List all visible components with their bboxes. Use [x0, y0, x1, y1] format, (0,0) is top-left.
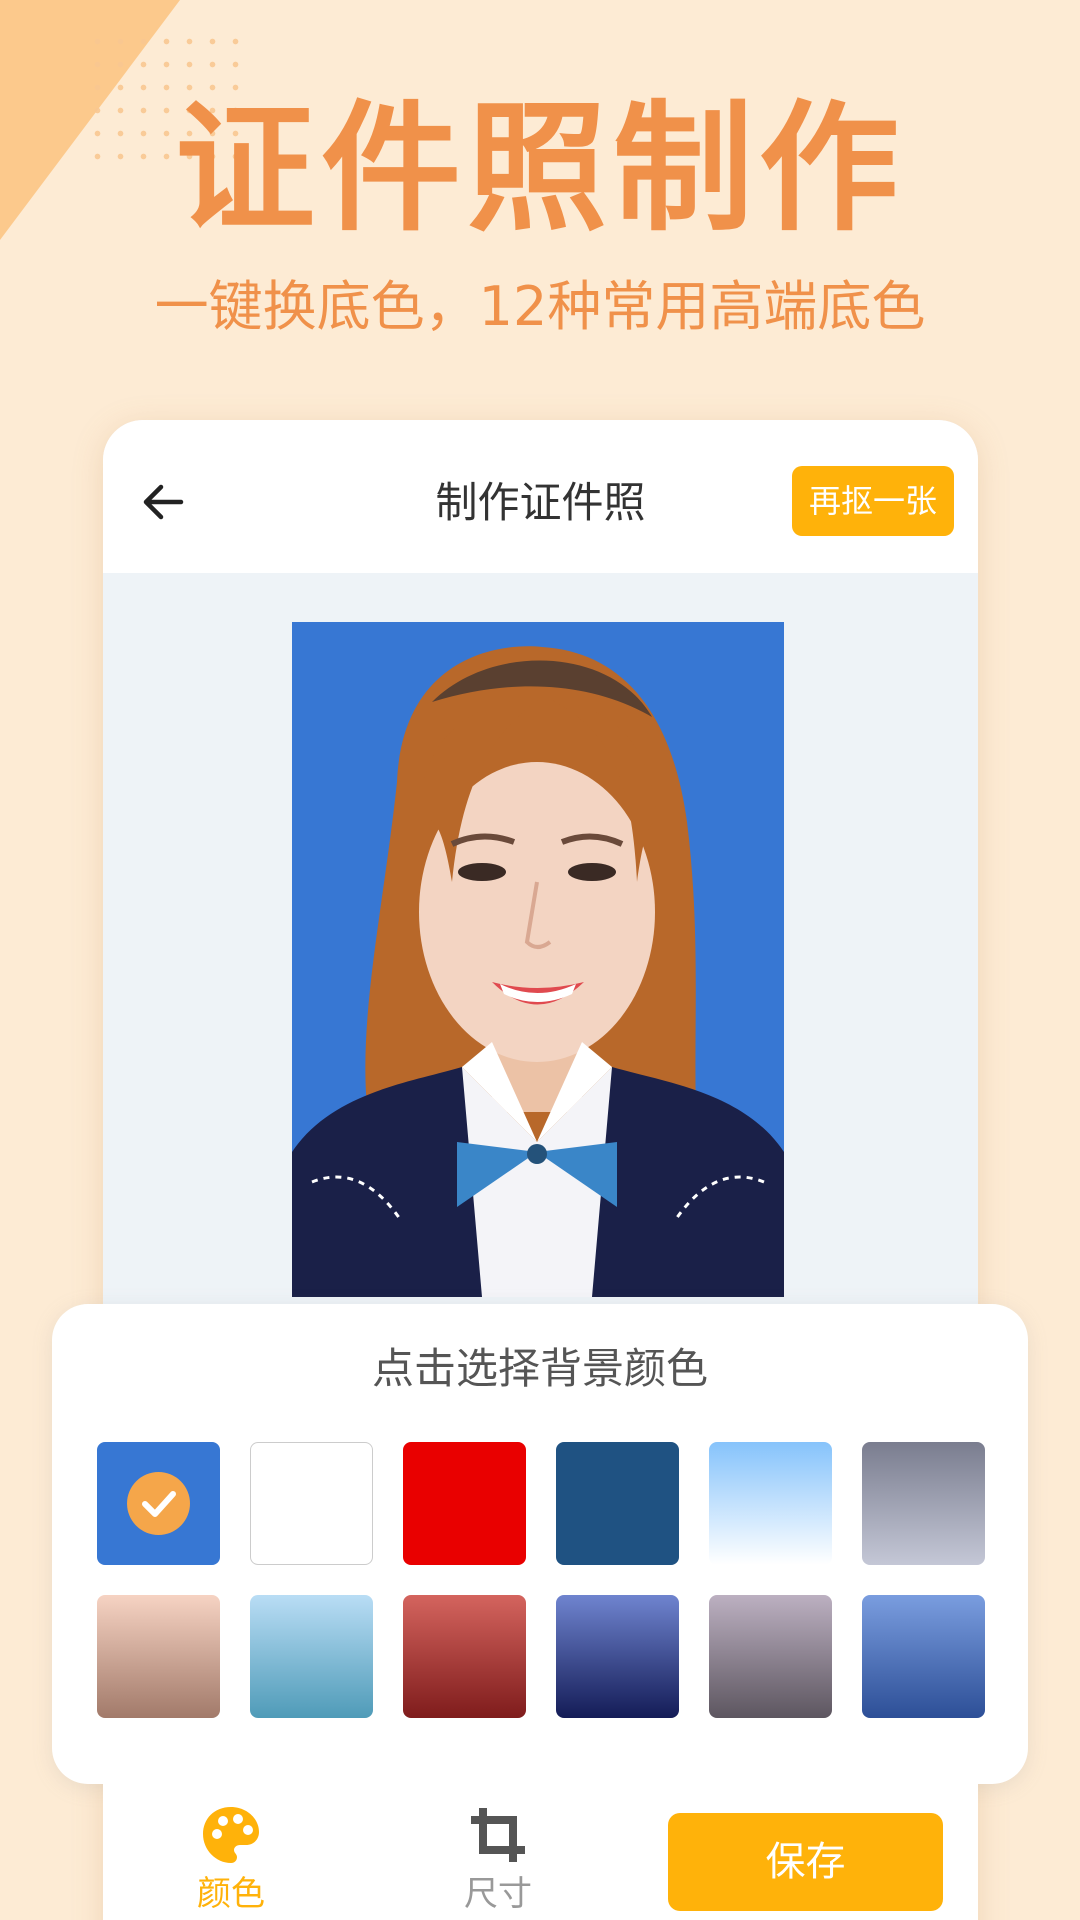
color-swatch-sky-gradient[interactable] [709, 1442, 832, 1565]
tab-color-label: 颜色 [197, 1874, 265, 1914]
tab-color[interactable]: 颜色 [161, 1804, 301, 1914]
color-swatch-navy[interactable] [556, 1442, 679, 1565]
tab-size[interactable]: 尺寸 [428, 1804, 568, 1914]
color-swatch-peach-gradient[interactable] [97, 1595, 220, 1718]
color-swatch-blue[interactable] [97, 1442, 220, 1565]
color-swatch-indigo-gradient[interactable] [556, 1595, 679, 1718]
background-color-panel: 点击选择背景颜色 [52, 1304, 1028, 1784]
id-photo [292, 622, 784, 1297]
bottom-toolbar: 颜色 尺寸 保存 [103, 1784, 978, 1920]
promo-title: 证件照制作 [174, 88, 905, 251]
panel-title: 点击选择背景颜色 [371, 1344, 708, 1393]
color-swatch-gray-gradient[interactable] [862, 1442, 985, 1565]
color-swatch-cornflower-gradient[interactable] [862, 1595, 985, 1718]
crop-icon [471, 1808, 525, 1862]
color-swatch-white[interactable] [250, 1442, 373, 1565]
color-swatch-maroon-gradient[interactable] [403, 1595, 526, 1718]
recrop-button[interactable]: 再抠一张 [792, 466, 954, 536]
color-swatch-cyan-gradient[interactable] [250, 1595, 373, 1718]
portrait-image [292, 622, 784, 1297]
save-button[interactable]: 保存 [668, 1813, 943, 1911]
app-header: 制作证件照 再抠一张 [103, 420, 978, 573]
color-swatch-red[interactable] [403, 1442, 526, 1565]
color-swatch-mauve-gradient[interactable] [709, 1595, 832, 1718]
palette-icon [203, 1807, 259, 1863]
tab-size-label: 尺寸 [464, 1874, 532, 1914]
promo-subtitle: 一键换底色，12种常用高端底色 [154, 275, 926, 338]
selected-check-icon [127, 1472, 190, 1535]
